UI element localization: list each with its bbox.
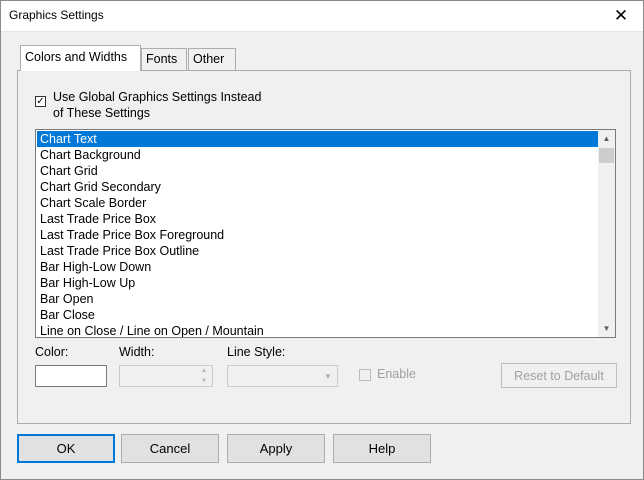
line-style-dropdown[interactable]: ▼ bbox=[227, 365, 338, 387]
label-line: Use Global Graphics Settings Instead bbox=[53, 90, 262, 104]
scroll-thumb[interactable] bbox=[599, 148, 614, 163]
chevron-down-icon: ▼ bbox=[324, 371, 332, 381]
width-spinner[interactable]: ▲ ▼ bbox=[119, 365, 213, 387]
enable-label: Enable bbox=[377, 367, 416, 381]
chart-element-listbox[interactable]: Chart Text Chart Background Chart Grid C… bbox=[35, 129, 616, 338]
list-item-chart-grid-secondary[interactable]: Chart Grid Secondary bbox=[37, 179, 599, 195]
color-label: Color: bbox=[35, 345, 69, 359]
line-style-label: Line Style: bbox=[227, 345, 286, 359]
enable-checkbox[interactable] bbox=[359, 369, 371, 381]
list-item-last-trade-price-box-outline[interactable]: Last Trade Price Box Outline bbox=[37, 243, 599, 259]
list-item-bar-high-low-down[interactable]: Bar High-Low Down bbox=[37, 259, 599, 275]
spin-down-icon[interactable]: ▼ bbox=[196, 376, 212, 386]
list-item-last-trade-price-box-foreground[interactable]: Last Trade Price Box Foreground bbox=[37, 227, 599, 243]
chart-element-items: Chart Text Chart Background Chart Grid C… bbox=[37, 131, 599, 337]
reset-to-default-button[interactable]: Reset to Default bbox=[501, 363, 617, 388]
spin-up-icon[interactable]: ▲ bbox=[196, 366, 212, 376]
list-item-chart-background[interactable]: Chart Background bbox=[37, 147, 599, 163]
width-label: Width: bbox=[119, 345, 155, 359]
use-global-settings-checkbox[interactable]: ✓ bbox=[35, 96, 46, 107]
list-scrollbar[interactable]: ▲ ▼ bbox=[598, 130, 615, 337]
list-item-chart-text[interactable]: Chart Text bbox=[37, 131, 599, 147]
list-item-line-on-close[interactable]: Line on Close / Line on Open / Mountain bbox=[37, 323, 599, 337]
list-item-bar-open[interactable]: Bar Open bbox=[37, 291, 599, 307]
scroll-down-icon[interactable]: ▼ bbox=[598, 320, 615, 337]
color-swatch[interactable] bbox=[35, 365, 107, 387]
list-item-bar-close[interactable]: Bar Close bbox=[37, 307, 599, 323]
scroll-up-icon[interactable]: ▲ bbox=[598, 130, 615, 147]
use-global-settings-label[interactable]: Use Global Graphics Settings Instead of … bbox=[53, 89, 313, 121]
reset-label: Reset to Default bbox=[514, 368, 604, 383]
label-line: of These Settings bbox=[53, 106, 151, 120]
list-item-last-trade-price-box[interactable]: Last Trade Price Box bbox=[37, 211, 599, 227]
list-item-chart-scale-border[interactable]: Chart Scale Border bbox=[37, 195, 599, 211]
checkmark-icon: ✓ bbox=[36, 96, 45, 107]
list-item-chart-grid[interactable]: Chart Grid bbox=[37, 163, 599, 179]
list-item-bar-high-low-up[interactable]: Bar High-Low Up bbox=[37, 275, 599, 291]
